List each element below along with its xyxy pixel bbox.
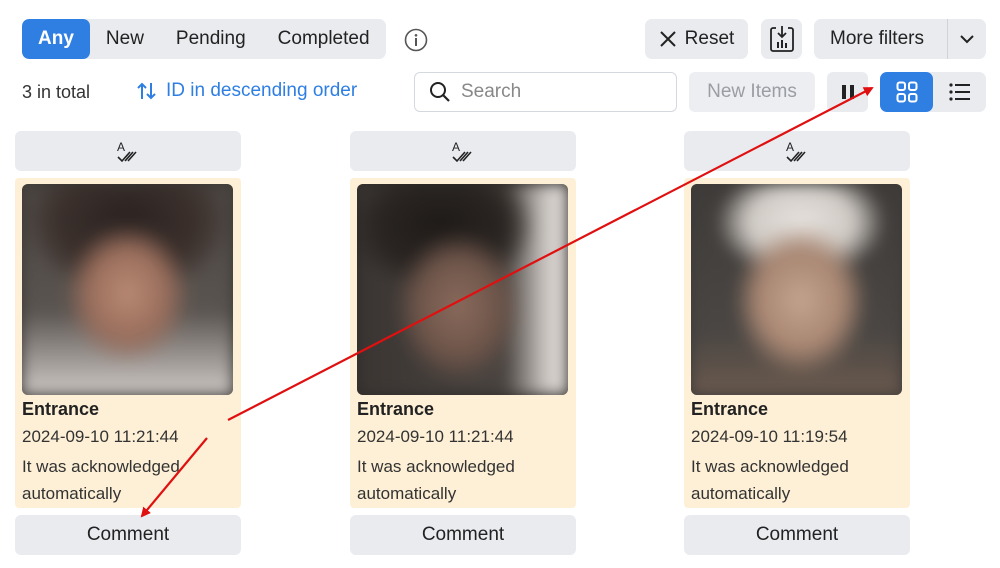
- card-time: 2024-09-10 11:19:54: [691, 427, 848, 446]
- card-time: 2024-09-10 11:21:44: [22, 427, 179, 446]
- card-body: Entrance 2024-09-10 11:21:44 It was ackn…: [15, 178, 241, 508]
- acknowledge-button[interactable]: A: [684, 131, 910, 171]
- tab-any[interactable]: Any: [22, 19, 90, 59]
- grid-icon: [896, 81, 917, 103]
- view-toggle: [880, 72, 986, 112]
- list-icon: [948, 83, 970, 101]
- spellcheck-icon: A: [117, 140, 137, 163]
- spellcheck-icon: A: [786, 140, 806, 163]
- new-items-button[interactable]: New Items: [689, 72, 815, 112]
- sort-label: ID in descending order: [166, 80, 358, 101]
- sort-icon: [137, 82, 156, 100]
- tab-completed[interactable]: Completed: [262, 19, 386, 59]
- card-time: 2024-09-10 11:21:44: [357, 427, 514, 446]
- event-card[interactable]: A Entrance 2024-09-10 11:19:54 It was ac…: [684, 131, 910, 555]
- acknowledge-button[interactable]: A: [15, 131, 241, 171]
- status-filter-tabs: Any New Pending Completed: [22, 19, 386, 59]
- svg-text:A: A: [786, 140, 794, 154]
- event-card[interactable]: A Entrance 2024-09-10 11:21:44 It was ac…: [350, 131, 576, 555]
- comment-button[interactable]: Comment: [684, 515, 910, 555]
- card-status: It was acknowledged automatically: [357, 457, 515, 503]
- comment-button[interactable]: Comment: [15, 515, 241, 555]
- more-filters-label: More filters: [830, 28, 924, 49]
- card-status: It was acknowledged automatically: [691, 457, 849, 503]
- sort-control[interactable]: ID in descending order: [136, 80, 357, 102]
- total-count: 3 in total: [22, 82, 91, 102]
- svg-text:A: A: [117, 140, 125, 154]
- event-card[interactable]: A Entrance 2024-09-10 11:21:44 It was ac…: [15, 131, 241, 555]
- search-input[interactable]: [461, 81, 651, 103]
- more-filters-button[interactable]: More filters: [814, 19, 986, 59]
- tab-pending[interactable]: Pending: [160, 19, 262, 59]
- spellcheck-icon: A: [452, 140, 472, 163]
- card-body: Entrance 2024-09-10 11:21:44 It was ackn…: [350, 178, 576, 508]
- comment-button[interactable]: Comment: [350, 515, 576, 555]
- tab-new[interactable]: New: [90, 19, 160, 59]
- close-icon: [659, 31, 676, 47]
- card-location: Entrance: [357, 399, 435, 419]
- card-status: It was acknowledged automatically: [22, 457, 180, 503]
- chevron-down-icon[interactable]: [948, 34, 986, 44]
- card-body: Entrance 2024-09-10 11:19:54 It was ackn…: [684, 178, 910, 508]
- card-location: Entrance: [22, 399, 100, 419]
- reset-button[interactable]: Reset: [645, 19, 748, 59]
- face-photo: [357, 184, 568, 395]
- acknowledge-button[interactable]: A: [350, 131, 576, 171]
- pause-button[interactable]: [827, 72, 868, 112]
- face-photo: [691, 184, 902, 395]
- pause-icon: [841, 85, 854, 99]
- export-icon: [769, 26, 794, 52]
- info-icon[interactable]: [404, 28, 428, 52]
- export-button[interactable]: [761, 19, 802, 59]
- search-box: [414, 72, 677, 112]
- list-view-button[interactable]: [933, 72, 986, 112]
- face-photo: [22, 184, 233, 395]
- svg-text:A: A: [452, 140, 460, 154]
- grid-view-button[interactable]: [880, 72, 933, 112]
- card-location: Entrance: [691, 399, 769, 419]
- reset-label: Reset: [684, 28, 735, 49]
- search-icon: [430, 82, 450, 102]
